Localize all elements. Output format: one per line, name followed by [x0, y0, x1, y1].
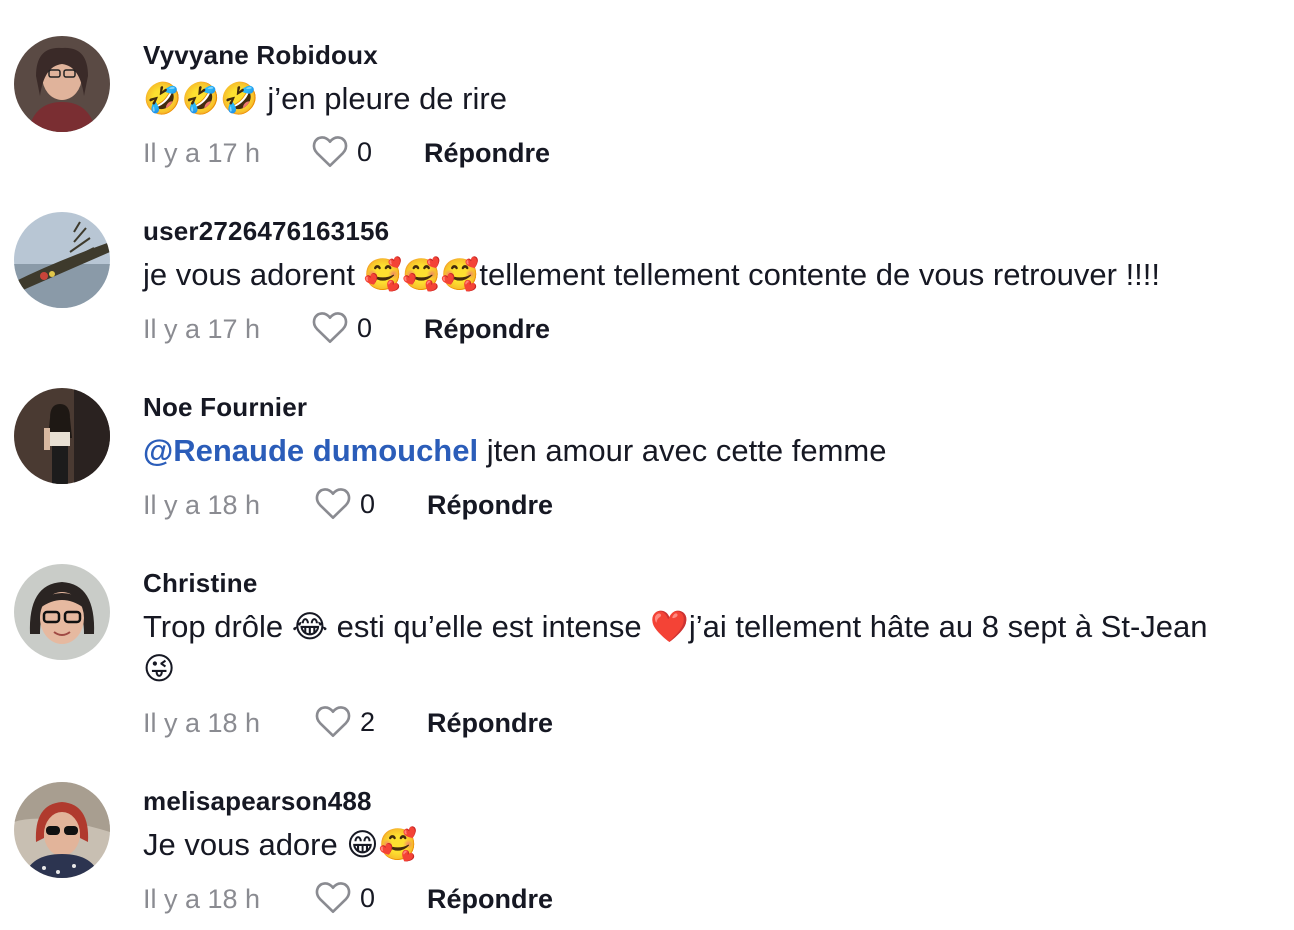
comment-username[interactable]: Noe Fournier [143, 392, 307, 423]
avatar[interactable] [14, 36, 110, 132]
reply-button[interactable]: Répondre [427, 490, 553, 521]
mention-link[interactable]: @Renaude dumouchel [143, 433, 478, 468]
comment-meta: Il y a 18 h 0 Répondre [143, 880, 743, 920]
reply-button[interactable]: Répondre [427, 884, 553, 915]
comment-text: je vous adorent 🥰🥰🥰tellement tellement c… [143, 257, 1161, 292]
like-button[interactable] [311, 310, 351, 346]
comment-text: Trop drôle 😂 esti qu’elle est intense ❤️… [143, 609, 1208, 686]
avatar[interactable] [14, 388, 110, 484]
comment-username[interactable]: Vyvyane Robidoux [143, 40, 378, 71]
comment-text: 🤣🤣🤣 j’en pleure de rire [143, 81, 507, 116]
comment-username[interactable]: melisapearson488 [143, 786, 372, 817]
avatar[interactable] [14, 212, 110, 308]
reply-button[interactable]: Répondre [427, 708, 553, 739]
like-count: 0 [357, 137, 373, 167]
like-button[interactable] [311, 134, 351, 170]
reply-button[interactable]: Répondre [424, 138, 550, 169]
comment-timestamp: Il y a 17 h [143, 138, 261, 168]
like-count: 0 [357, 313, 373, 343]
like-count: 0 [360, 489, 376, 519]
heart-outline-icon [315, 488, 351, 519]
comment-username[interactable]: user2726476163156 [143, 216, 389, 247]
heart-outline-icon [312, 312, 348, 343]
heart-outline-icon [315, 882, 351, 913]
heart-outline-icon [315, 706, 351, 737]
like-count: 2 [360, 707, 376, 737]
comment-text-body: jten amour avec cette femme [478, 433, 887, 468]
comment-meta: Il y a 17 h 0 Répondre [143, 134, 743, 174]
comment-username[interactable]: Christine [143, 568, 257, 599]
reply-button[interactable]: Répondre [424, 314, 550, 345]
like-button[interactable] [314, 704, 354, 740]
like-button[interactable] [314, 486, 354, 522]
avatar[interactable] [14, 782, 110, 878]
comment-meta: Il y a 18 h 0 Répondre [143, 486, 743, 526]
comment-timestamp: Il y a 18 h [143, 884, 261, 914]
comment-timestamp: Il y a 18 h [143, 708, 261, 738]
comment-meta: Il y a 18 h 2 Répondre [143, 704, 743, 744]
comment-timestamp: Il y a 17 h [143, 314, 261, 344]
comment-text: Je vous adore 😁🥰 [143, 827, 418, 862]
comment-meta: Il y a 17 h 0 Répondre [143, 310, 743, 350]
like-button[interactable] [314, 880, 354, 916]
like-count: 0 [360, 883, 376, 913]
avatar[interactable] [14, 564, 110, 660]
comment-timestamp: Il y a 18 h [143, 490, 261, 520]
heart-outline-icon [312, 136, 348, 167]
comment-text: @Renaude dumouchel jten amour avec cette… [143, 430, 1263, 472]
